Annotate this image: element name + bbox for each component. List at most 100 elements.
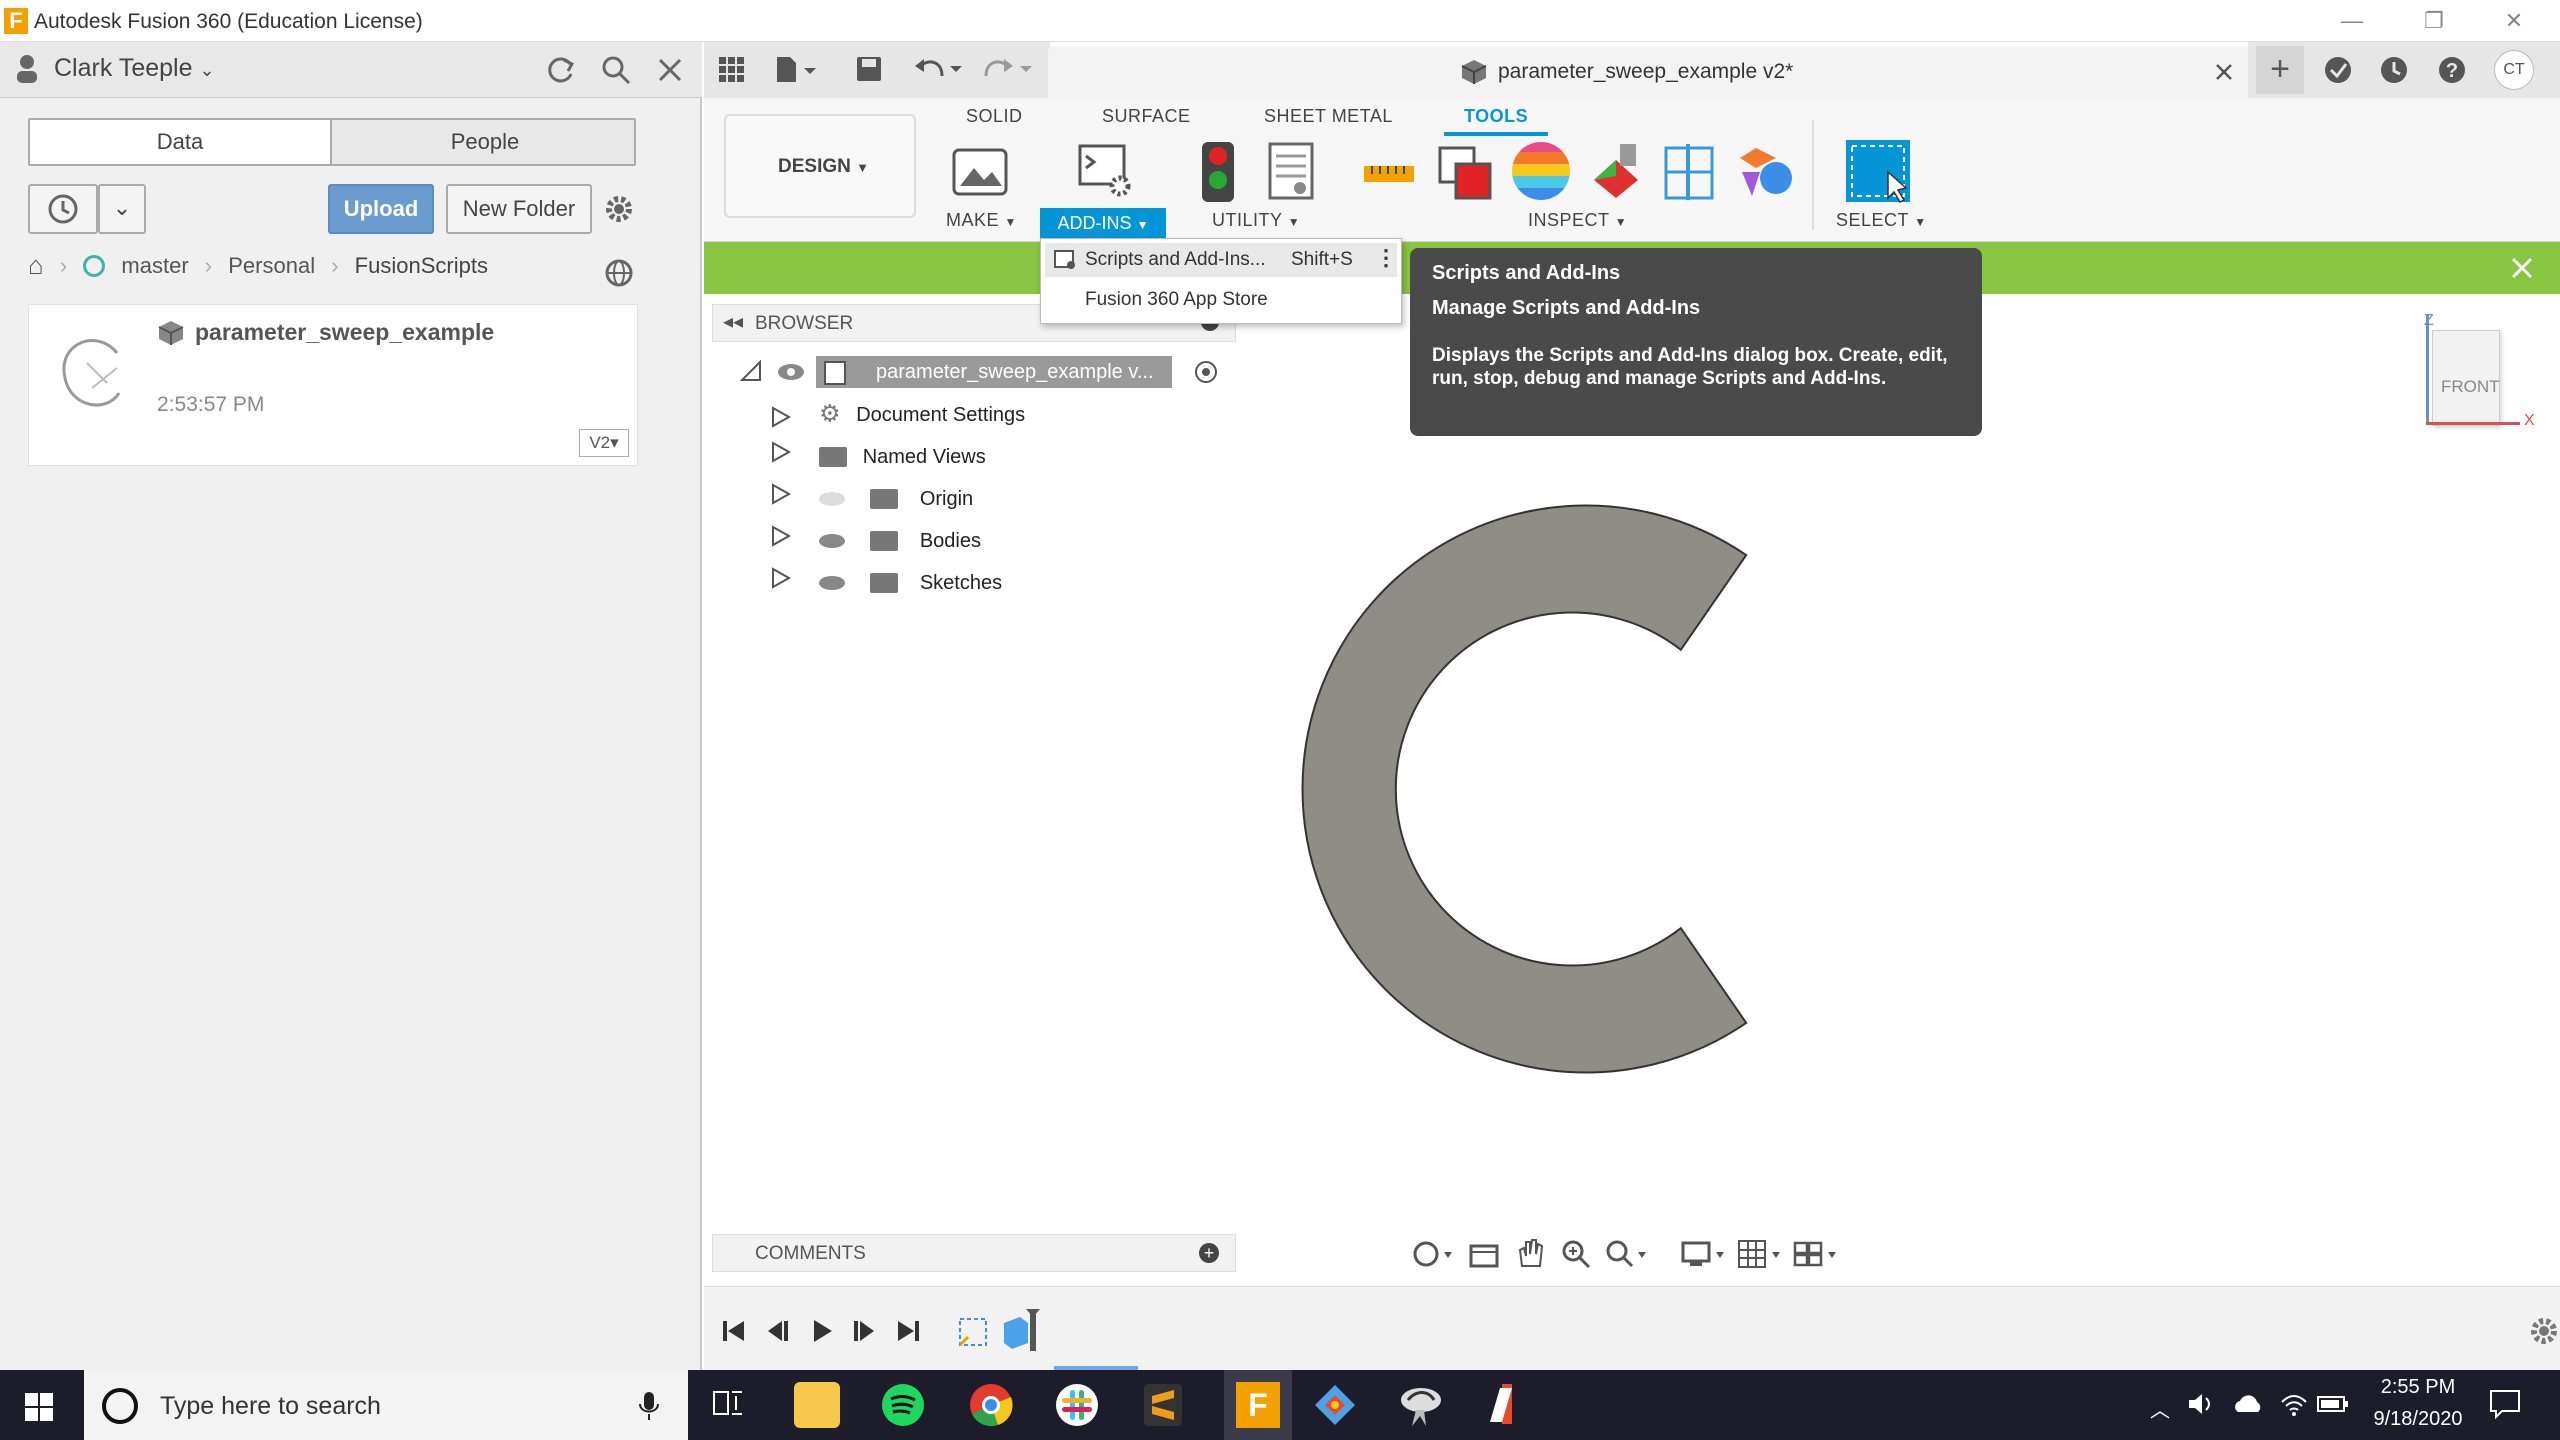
tree-item-sketches[interactable]: Sketches bbox=[770, 564, 1070, 600]
home-icon[interactable]: ⌂ bbox=[28, 250, 44, 281]
file-explorer-icon[interactable] bbox=[794, 1382, 840, 1428]
utility-group-label[interactable]: UTILITY ▼ bbox=[1212, 210, 1300, 231]
wifi-icon[interactable] bbox=[2278, 1388, 2308, 1418]
parameters-icon[interactable] bbox=[1266, 142, 1316, 202]
tree-item-origin[interactable]: Origin bbox=[770, 480, 1070, 516]
component-color-icon[interactable] bbox=[1736, 142, 1796, 202]
activate-radio-icon[interactable] bbox=[1194, 360, 1218, 384]
windows-start-icon[interactable] bbox=[24, 1392, 54, 1422]
job-status-icon[interactable] bbox=[2322, 54, 2354, 86]
volume-icon[interactable] bbox=[2186, 1390, 2216, 1418]
refresh-icon[interactable] bbox=[544, 54, 576, 86]
expand-triangle-icon[interactable] bbox=[770, 565, 792, 601]
upload-button[interactable]: Upload bbox=[328, 184, 434, 234]
browser-root-row[interactable]: parameter_sweep_example v... bbox=[736, 354, 1236, 390]
close-window-button[interactable]: ✕ bbox=[2484, 4, 2544, 38]
timeline-settings-gear-icon[interactable] bbox=[2528, 1315, 2560, 1347]
action-center-icon[interactable] bbox=[2488, 1388, 2522, 1420]
tree-item-named-views[interactable]: Named Views bbox=[770, 438, 1070, 474]
tab-surface[interactable]: SURFACE bbox=[1102, 106, 1191, 127]
select-icon[interactable] bbox=[1844, 138, 1914, 204]
onedrive-cloud-icon[interactable] bbox=[2232, 1392, 2264, 1416]
battery-icon[interactable] bbox=[2316, 1394, 2350, 1414]
expand-triangle-icon[interactable] bbox=[770, 404, 792, 428]
step-forward-icon[interactable] bbox=[850, 1317, 878, 1345]
expand-triangle-icon[interactable] bbox=[770, 523, 792, 559]
go-to-end-icon[interactable] bbox=[894, 1317, 922, 1345]
visibility-eye-icon[interactable] bbox=[819, 575, 846, 590]
zoom-icon[interactable] bbox=[1560, 1238, 1592, 1270]
interference-icon[interactable] bbox=[1436, 144, 1494, 202]
close-banner-icon[interactable] bbox=[2510, 256, 2534, 280]
comments-panel-header[interactable]: COMMENTS + bbox=[712, 1234, 1236, 1272]
chrome-icon[interactable] bbox=[968, 1382, 1014, 1428]
3d-print-icon[interactable] bbox=[952, 146, 1008, 198]
inspect-group-label[interactable]: INSPECT ▼ bbox=[1528, 210, 1627, 231]
task-view-icon[interactable] bbox=[710, 1386, 746, 1422]
scripts-addins-icon[interactable] bbox=[1076, 142, 1136, 202]
tab-data[interactable]: Data bbox=[30, 120, 332, 164]
section-analysis-icon[interactable] bbox=[1662, 142, 1718, 202]
slack-icon[interactable] bbox=[1054, 1382, 1100, 1428]
look-at-icon[interactable] bbox=[1468, 1238, 1500, 1270]
addins-group-button[interactable]: ADD-INS ▼ bbox=[1040, 208, 1166, 238]
git-app-icon[interactable] bbox=[1312, 1382, 1358, 1428]
file-card[interactable]: parameter_sweep_example 2:53:57 PM V2▾ bbox=[28, 304, 638, 466]
tree-item-document-settings[interactable]: ⚙ Document Settings bbox=[770, 396, 1070, 432]
grid-settings-icon[interactable] bbox=[1736, 1238, 1784, 1270]
clock-time[interactable]: 2:55 PM bbox=[2370, 1376, 2466, 1399]
measure-icon[interactable] bbox=[1362, 156, 1416, 192]
document-tab[interactable]: parameter_sweep_example v2* bbox=[1048, 46, 2248, 98]
pan-hand-icon[interactable] bbox=[1514, 1236, 1546, 1270]
select-group-label[interactable]: SELECT ▼ bbox=[1836, 210, 1927, 231]
tree-item-bodies[interactable]: Bodies bbox=[770, 522, 1070, 558]
breadcrumb-personal[interactable]: Personal bbox=[228, 253, 315, 279]
traffic-light-icon[interactable] bbox=[1198, 140, 1238, 204]
gear-icon[interactable] bbox=[602, 192, 636, 226]
sketch-feature-icon[interactable] bbox=[956, 1311, 992, 1351]
file-menu-icon[interactable] bbox=[774, 54, 818, 86]
new-folder-button[interactable]: New Folder bbox=[446, 184, 592, 234]
taskbar-search-box[interactable]: Type here to search bbox=[84, 1370, 688, 1440]
version-badge[interactable]: V2▾ bbox=[579, 429, 629, 457]
fit-zoom-icon[interactable] bbox=[1604, 1238, 1650, 1270]
undo-icon[interactable] bbox=[912, 54, 964, 84]
menu-item-scripts-addins[interactable]: Scripts and Add-Ins... Shift+S ⋮ bbox=[1045, 243, 1397, 277]
step-back-icon[interactable] bbox=[764, 1317, 792, 1345]
history-button[interactable] bbox=[28, 184, 98, 234]
menu-item-app-store[interactable]: Fusion 360 App Store bbox=[1045, 283, 1397, 317]
visibility-eye-icon[interactable] bbox=[776, 362, 806, 382]
collapse-triangle-icon[interactable] bbox=[740, 360, 762, 382]
draft-analysis-icon[interactable] bbox=[1586, 140, 1646, 202]
spotify-icon[interactable] bbox=[880, 1382, 926, 1428]
user-menu[interactable]: Clark Teeple ⌄ bbox=[54, 54, 215, 83]
hidden-eye-icon[interactable] bbox=[819, 491, 846, 506]
viewports-icon[interactable] bbox=[1792, 1238, 1840, 1270]
restore-button[interactable]: ❐ bbox=[2404, 4, 2464, 38]
wireshark-icon[interactable] bbox=[1398, 1382, 1444, 1428]
expand-triangle-icon[interactable] bbox=[770, 439, 792, 475]
sublime-text-icon[interactable] bbox=[1140, 1382, 1186, 1428]
more-options-icon[interactable]: ⋮ bbox=[1375, 245, 1397, 271]
add-comment-icon[interactable]: + bbox=[1199, 1243, 1219, 1263]
fusion-taskbar-button[interactable]: F bbox=[1224, 1370, 1292, 1440]
zebra-analysis-icon[interactable] bbox=[1510, 140, 1572, 202]
close-panel-icon[interactable] bbox=[656, 56, 684, 84]
tab-solid[interactable]: SOLID bbox=[966, 106, 1023, 127]
display-settings-icon[interactable] bbox=[1680, 1238, 1728, 1270]
collapse-browser-icon[interactable]: ◂◂ bbox=[723, 309, 743, 334]
orbit-icon[interactable] bbox=[1410, 1238, 1454, 1270]
search-icon[interactable] bbox=[600, 54, 632, 86]
view-cube[interactable]: FRONT bbox=[2432, 330, 2500, 426]
new-tab-button[interactable]: + bbox=[2256, 46, 2304, 94]
autodesk-app-icon[interactable] bbox=[1484, 1382, 1530, 1428]
history-dropdown[interactable]: ⌄ bbox=[98, 184, 146, 234]
breadcrumb-master[interactable]: master bbox=[121, 253, 188, 279]
save-icon[interactable] bbox=[854, 54, 884, 84]
globe-icon[interactable] bbox=[604, 258, 634, 288]
workspace-switcher[interactable]: DESIGN ▼ bbox=[724, 114, 916, 218]
clock-date[interactable]: 9/18/2020 bbox=[2366, 1408, 2470, 1431]
notifications-icon[interactable] bbox=[2378, 54, 2410, 86]
visibility-eye-icon[interactable] bbox=[819, 533, 846, 548]
help-icon[interactable]: ? bbox=[2436, 54, 2468, 86]
